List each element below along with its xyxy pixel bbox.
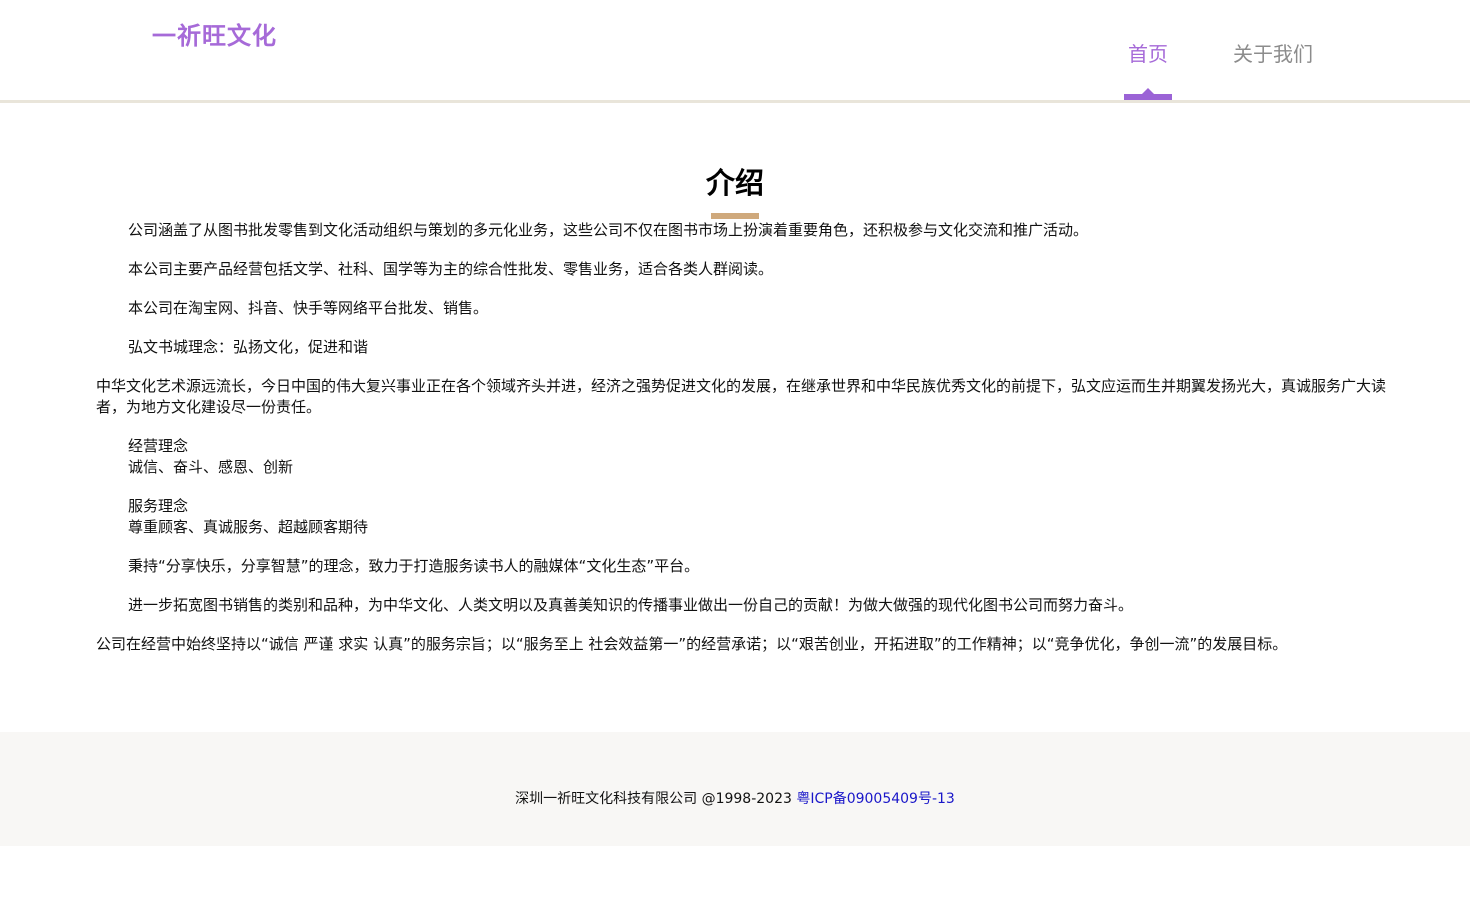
intro-paragraph: 中华文化艺术源远流长，今日中国的伟大复兴事业正在各个领域齐头并进，经济之强势促进… xyxy=(96,376,1386,418)
paragraph-line: 公司涵盖了从图书批发零售到文化活动组织与策划的多元化业务，这些公司不仅在图书市场… xyxy=(128,221,1089,239)
footer-copyright: 深圳一祈旺文化科技有限公司 @1998-2023 xyxy=(515,791,792,807)
intro-paragraph: 本公司主要产品经营包括文学、社科、国学等为主的综合性批发、零售业务，适合各类人群… xyxy=(96,259,1386,280)
nav-item-home[interactable]: 首页 xyxy=(1128,38,1168,67)
paragraph-line: 诚信、奋斗、感恩、创新 xyxy=(128,458,294,476)
page-title: 介绍 xyxy=(705,166,764,200)
paragraph-line: 本公司主要产品经营包括文学、社科、国学等为主的综合性批发、零售业务，适合各类人群… xyxy=(128,260,774,278)
main-content: 介绍 公司涵盖了从图书批发零售到文化活动组织与策划的多元化业务，这些公司不仅在图… xyxy=(0,103,1470,732)
paragraph-line: 弘文书城理念：弘扬文化，促进和谐 xyxy=(128,338,369,356)
icp-link[interactable]: 粤ICP备09005409号-13 xyxy=(796,791,954,807)
paragraph-line: 进一步拓宽图书销售的类别和品种，为中华文化、人类文明以及真善美知识的传播事业做出… xyxy=(128,596,1134,614)
intro-text: 公司涵盖了从图书批发零售到文化活动组织与策划的多元化业务，这些公司不仅在图书市场… xyxy=(96,220,1386,673)
intro-paragraph: 进一步拓宽图书销售的类别和品种，为中华文化、人类文明以及真善美知识的传播事业做出… xyxy=(96,595,1386,616)
paragraph-line: 中华文化艺术源远流长，今日中国的伟大复兴事业正在各个领域齐头并进，经济之强势促进… xyxy=(96,377,1387,416)
paragraph-line: 秉持“分享快乐，分享智慧”的理念，致力于打造服务读书人的融媒体“文化生态”平台。 xyxy=(128,557,700,575)
nav-active-indicator xyxy=(1124,94,1172,100)
intro-paragraph: 公司在经营中始终坚持以“诚信 严谨 求实 认真”的服务宗旨；以“服务至上 社会效… xyxy=(96,634,1386,655)
paragraph-line: 公司在经营中始终坚持以“诚信 严谨 求实 认真”的服务宗旨；以“服务至上 社会效… xyxy=(96,635,1288,653)
nav-item-about-us[interactable]: 关于我们 xyxy=(1233,38,1313,67)
footer-text: 深圳一祈旺文化科技有限公司 @1998-2023 粤ICP备09005409号-… xyxy=(0,788,1470,808)
intro-paragraph: 服务理念尊重顾客、真诚服务、超越顾客期待 xyxy=(96,496,1386,538)
intro-paragraph: 公司涵盖了从图书批发零售到文化活动组织与策划的多元化业务，这些公司不仅在图书市场… xyxy=(96,220,1386,241)
intro-paragraph: 本公司在淘宝网、抖音、快手等网络平台批发、销售。 xyxy=(96,298,1386,319)
title-underline xyxy=(711,213,759,219)
site-logo[interactable]: 一祈旺文化 xyxy=(152,16,277,51)
site-footer: 深圳一祈旺文化科技有限公司 @1998-2023 粤ICP备09005409号-… xyxy=(0,732,1470,846)
paragraph-line: 尊重顾客、真诚服务、超越顾客期待 xyxy=(128,518,369,536)
paragraph-line: 经营理念 xyxy=(128,437,189,455)
intro-paragraph: 弘文书城理念：弘扬文化，促进和谐 xyxy=(96,337,1386,358)
paragraph-line: 服务理念 xyxy=(128,497,189,515)
paragraph-line: 本公司在淘宝网、抖音、快手等网络平台批发、销售。 xyxy=(128,299,489,317)
intro-paragraph: 秉持“分享快乐，分享智慧”的理念，致力于打造服务读书人的融媒体“文化生态”平台。 xyxy=(96,556,1386,577)
site-header: 一祈旺文化 首页 关于我们 xyxy=(0,0,1470,103)
intro-paragraph: 经营理念诚信、奋斗、感恩、创新 xyxy=(96,436,1386,478)
